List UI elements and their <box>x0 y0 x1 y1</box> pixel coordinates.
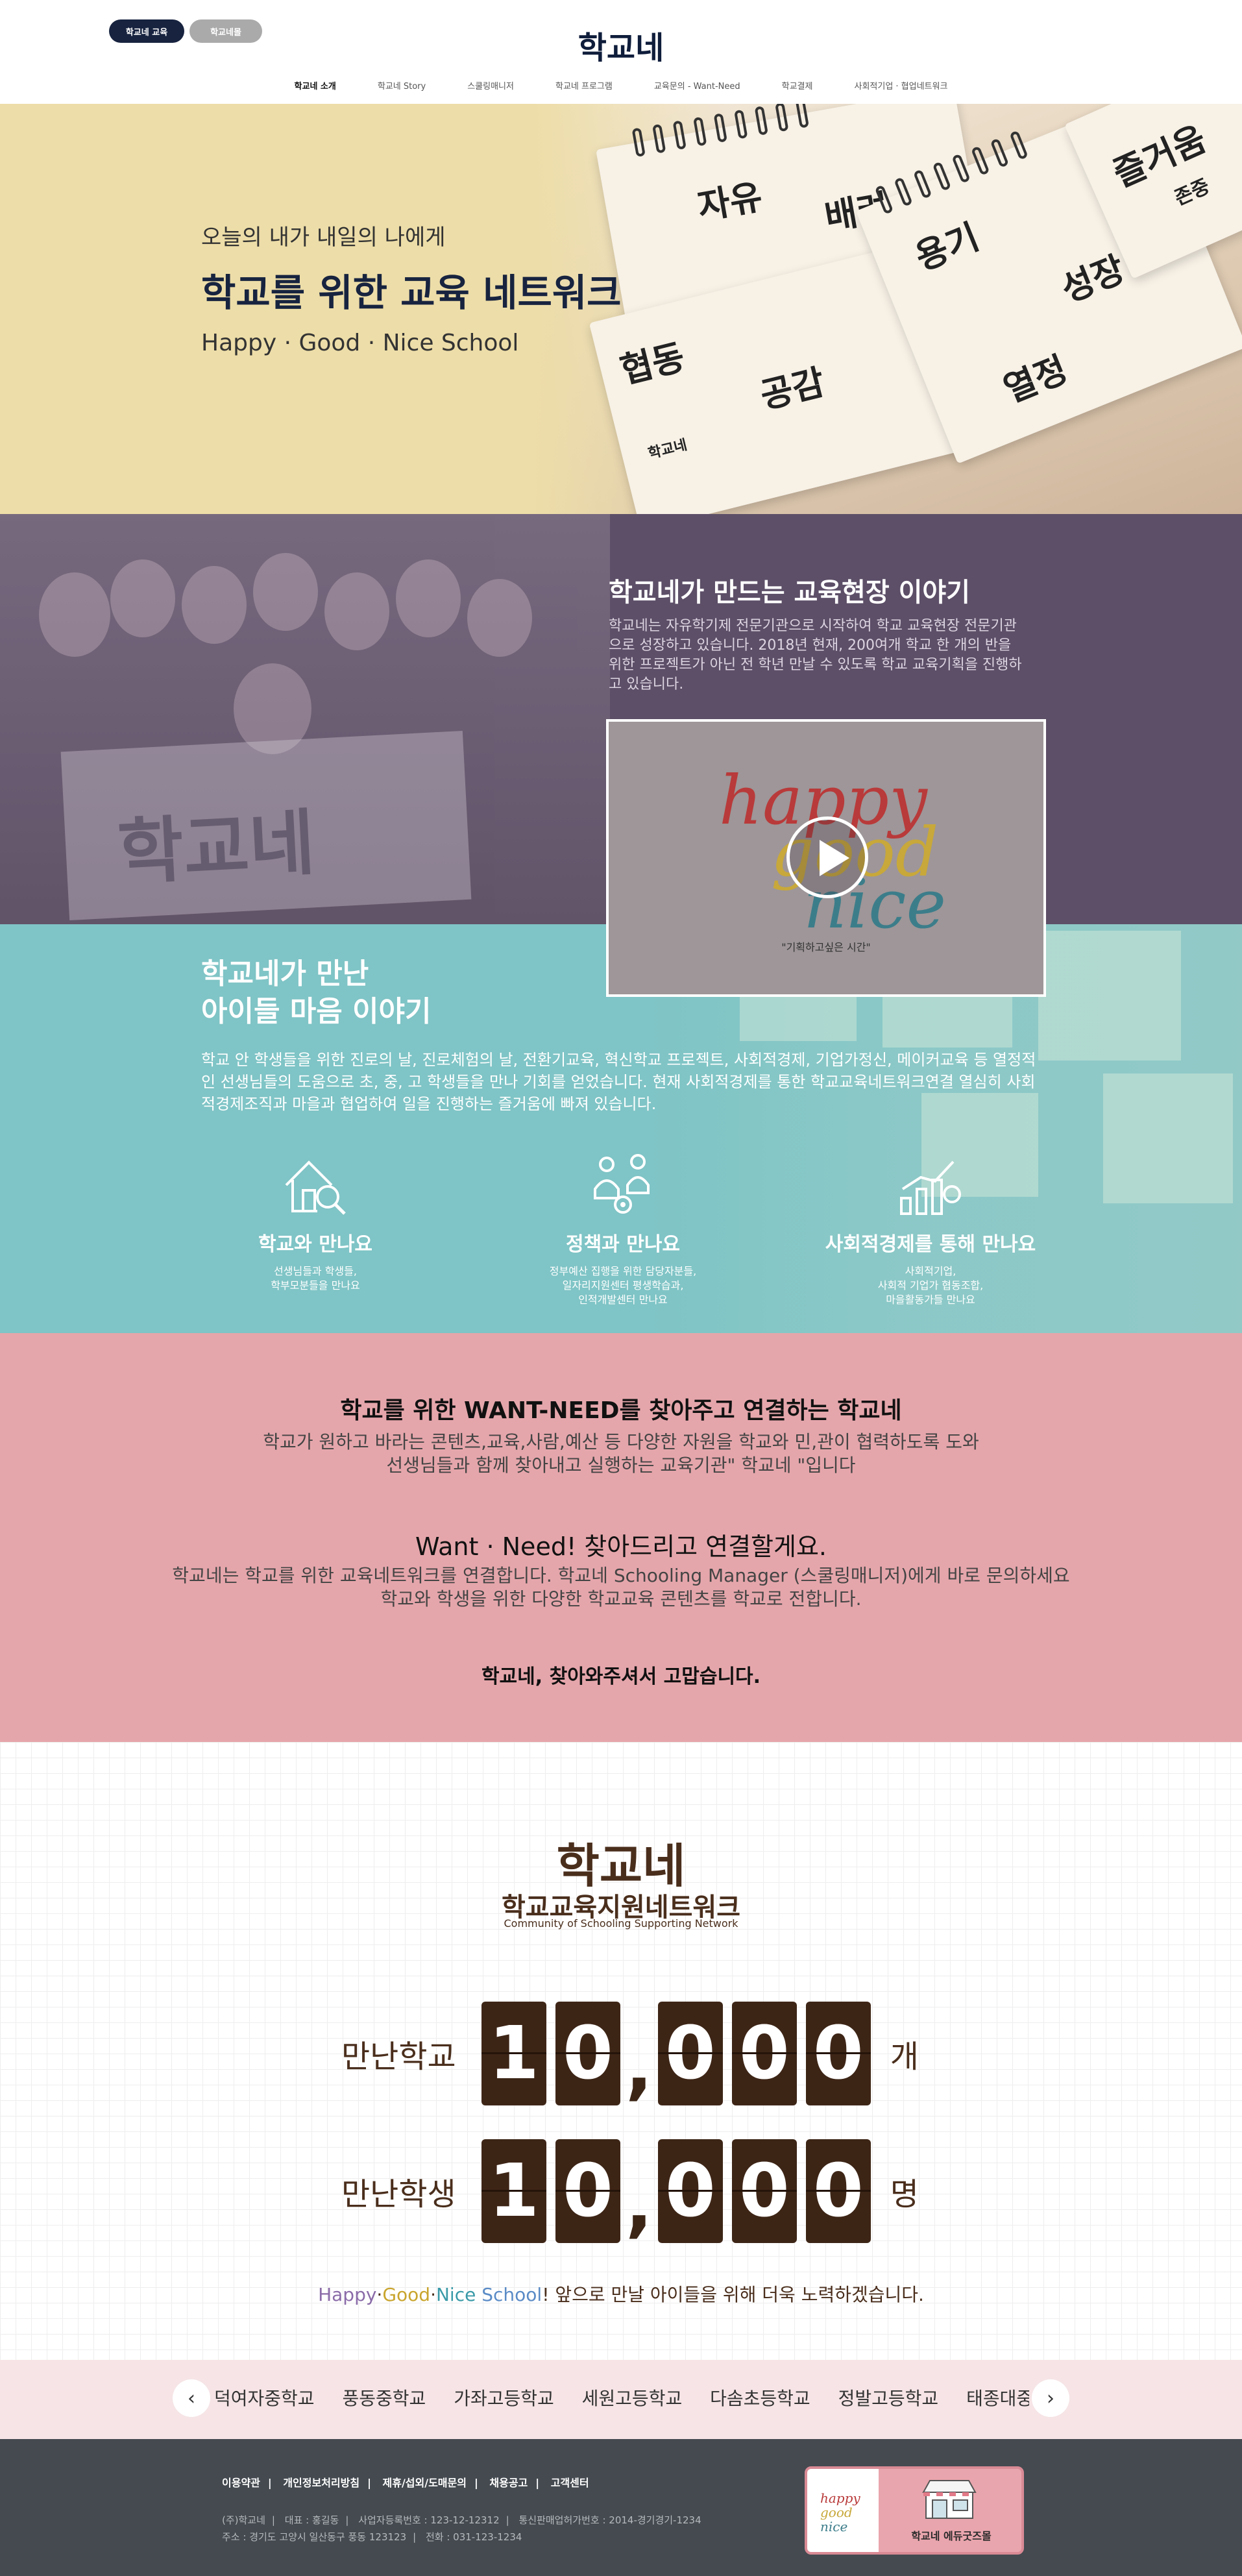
video-player[interactable]: happy good nice "기획하고싶은 시간" <box>606 719 1046 997</box>
nav-item-schooling-manager[interactable]: 스쿨링매니저 <box>467 79 514 92</box>
story-title: 학교네가 만드는 교육현장 이야기 <box>609 578 970 607</box>
feature-desc: 사회적기업, 사회적 기업가 협동조합, 마을활동가들 만나요 <box>877 1265 984 1306</box>
counter-digit: 0 <box>555 2002 620 2105</box>
feature-social-economy: 사회적경제를 통해 만나요 사회적기업, 사회적 기업가 협동조합, 마을활동가… <box>807 1153 1054 1307</box>
hero-tagline: Happy · Good · Nice School <box>201 330 519 356</box>
footer-link-support[interactable]: 고객센터 <box>551 2477 589 2489</box>
nav-item-story[interactable]: 학교네 Story <box>378 79 426 92</box>
school-ticker: ‹ 덕여자중학교 풍동중학교 가좌고등학교 세원고등학교 다솜초등학교 정발고등… <box>0 2360 1242 2439</box>
play-icon[interactable] <box>786 816 868 898</box>
chevron-left-icon[interactable]: ‹ <box>173 2379 210 2417</box>
group-photo: 학교네 <box>0 514 610 924</box>
story-description: 학교네는 자유학기제 전문기관으로 시작하여 학교 교육현장 전문기관으로 성장… <box>609 618 1022 693</box>
mall-logo: happy good nice <box>807 2469 879 2552</box>
counter-digit: 0 <box>657 2002 723 2105</box>
calligraphy-word: 공감 <box>756 360 829 417</box>
hero-subtitle: 오늘의 내가 내일의 나에게 <box>201 225 446 251</box>
nav-item-network[interactable]: 사회적기업 · 협업네트워크 <box>854 79 947 92</box>
brand-english: Community of Schooling Supporting Networ… <box>504 1917 738 1930</box>
video-caption: "기획하고싶은 시간" <box>781 941 871 953</box>
calligraphy-word: 열정 <box>997 348 1073 411</box>
site-header: 학교네 교육 학교네몰 학교네 학교네 소개 학교네 Story 스쿨링매니저 … <box>0 0 1242 104</box>
counter-comma: , <box>626 2163 653 2246</box>
feature-title: 사회적경제를 통해 만나요 <box>825 1233 1036 1256</box>
counter-unit: 개 <box>890 2039 919 2075</box>
site-logo[interactable]: 학교네 <box>0 22 1242 67</box>
footer-link-privacy[interactable]: 개인정보처리방침 <box>283 2477 359 2489</box>
footer-links: 이용약관 | 개인정보처리방침 | 제휴/섭외/도매문의 | 채용공고 | 고객센터 <box>222 2477 589 2489</box>
kids-title-line: 아이들 마음 이야기 <box>201 995 432 1028</box>
counter-digit: 0 <box>731 2002 797 2105</box>
hero-title: 학교를 위한 교육 네트워크 <box>201 271 622 315</box>
list-item[interactable]: 덕여자중학교 <box>214 2388 315 2409</box>
counter-comma: , <box>626 2025 653 2108</box>
hero-banner: 자유 배려 협동 공감 학교네 용기 성장 열정 즐거움 존중 오늘의 내가 내… <box>0 104 1242 514</box>
footer-link-partnership[interactable]: 제휴/섭외/도매문의 <box>383 2477 467 2489</box>
want-heading: 학교를 위한 WANT-NEED를 찾아주고 연결하는 학교네 <box>340 1397 902 1424</box>
feature-title: 정책과 만나요 <box>565 1233 681 1256</box>
school-counter: 만난학교 1 0 , 0 0 0 개 <box>341 1999 919 2108</box>
banner-text: 학교네 <box>116 800 317 894</box>
counter-label: 만난학생 <box>341 2176 456 2213</box>
kids-title-line: 학교네가 만난 <box>201 957 369 990</box>
counter-digit: 0 <box>805 2139 871 2243</box>
chevron-right-icon[interactable]: › <box>1032 2379 1069 2417</box>
nav-item-program[interactable]: 학교네 프로그램 <box>555 79 613 92</box>
footer-link-careers[interactable]: 채용공고 <box>489 2477 528 2489</box>
goods-mall-banner[interactable]: happy good nice 학교네 에듀굿즈몰 <box>805 2466 1024 2555</box>
footer-link-terms[interactable]: 이용약관 <box>222 2477 260 2489</box>
calligraphy-word: 용기 <box>909 215 985 278</box>
thanks-message: Happy·Good·Nice School! 앞으로 만날 아이들을 위해 더… <box>318 2284 924 2305</box>
site-footer <box>0 2439 1242 2576</box>
calligraphy-word: 협동 <box>616 335 689 392</box>
nav-item-inquiry[interactable]: 교육문의 - Want-Need <box>654 79 740 92</box>
counter-label: 만난학교 <box>341 2039 456 2075</box>
feature-desc: 정부예산 집행을 위한 담당자분들, 일자리지원센터 평생학습과, 인적개발센터… <box>549 1265 697 1306</box>
hero-photo-calligraphy: 자유 배려 협동 공감 학교네 용기 성장 열정 즐거움 존중 <box>532 104 1242 514</box>
want-thanks: 학교네, 찾아와주셔서 고맙습니다. <box>481 1665 761 1688</box>
kids-title: 학교네가 만난 아이들 마음 이야기 <box>201 955 431 1031</box>
feature-school: 학교와 만나요 선생님들과 학생들, 학부모분들을 만나요 <box>192 1153 439 1293</box>
want-paragraph: 학교가 원하고 바라는 콘텐츠,교육,사람,예산 등 다양한 자원을 학교와 민… <box>263 1431 979 1476</box>
list-item[interactable]: 풍동중학교 <box>342 2388 426 2409</box>
mall-label: 학교네 에듀굿즈몰 <box>911 2530 992 2542</box>
counter-digit: 0 <box>731 2139 797 2243</box>
feature-policy: 정책과 만나요 정부예산 집행을 위한 담당자분들, 일자리지원센터 평생학습과… <box>500 1153 746 1307</box>
counter-digit: 1 <box>481 2002 546 2105</box>
want-paragraph-2: 학교네는 학교를 위한 교육네트워크를 연결합니다. 학교네 Schooling… <box>172 1565 1070 1610</box>
list-item[interactable]: 가좌고등학교 <box>454 2388 554 2409</box>
list-item[interactable]: 태종대중학교 <box>966 2388 1029 2409</box>
growth-chart-icon <box>900 1160 961 1215</box>
list-item[interactable]: 세원고등학교 <box>582 2388 683 2409</box>
counter-unit: 명 <box>890 2176 919 2213</box>
counter-digit: 0 <box>555 2139 620 2243</box>
footer-company-info: (주)학교네 | 대표 : 홍길동 | 사업자등록번호 : 123-12-12312… <box>222 2514 701 2543</box>
counter-digit: 1 <box>481 2139 546 2243</box>
school-search-icon <box>285 1160 346 1215</box>
main-nav: 학교네 소개 학교네 Story 스쿨링매니저 학교네 프로그램 교육문의 - … <box>0 79 1242 92</box>
nav-item-about[interactable]: 학교네 소개 <box>295 79 336 92</box>
feature-desc: 선생님들과 학생들, 학부모분들을 만나요 <box>271 1265 360 1292</box>
calligraphy-word: 자유 <box>694 175 766 228</box>
kids-description: 학교 안 학생들을 위한 진로의 날, 진로체험의 날, 전환기교육, 혁신학교… <box>201 1051 1036 1113</box>
student-counter: 만난학생 1 0 , 0 0 0 명 <box>341 2137 919 2246</box>
calligraphy-word: 성장 <box>1055 247 1131 311</box>
school-list: 덕여자중학교 풍동중학교 가좌고등학교 세원고등학교 다솜초등학교 정발고등학교… <box>214 2385 1029 2410</box>
list-item[interactable]: 다솜초등학교 <box>710 2388 810 2409</box>
calligraphy-word: 학교네 <box>646 436 689 463</box>
feature-title: 학교와 만나요 <box>258 1233 373 1256</box>
people-gear-icon <box>594 1154 650 1214</box>
counter-digit: 0 <box>805 2002 871 2105</box>
nav-item-payment[interactable]: 학교결제 <box>782 79 813 92</box>
counter-digit: 0 <box>657 2139 723 2243</box>
calligraphy-word: 존중 <box>1171 175 1213 210</box>
shop-icon <box>922 2480 977 2519</box>
list-item[interactable]: 정발고등학교 <box>838 2388 939 2409</box>
want-subheading: Want · Need! 찾아드리고 연결할게요. <box>415 1532 827 1561</box>
